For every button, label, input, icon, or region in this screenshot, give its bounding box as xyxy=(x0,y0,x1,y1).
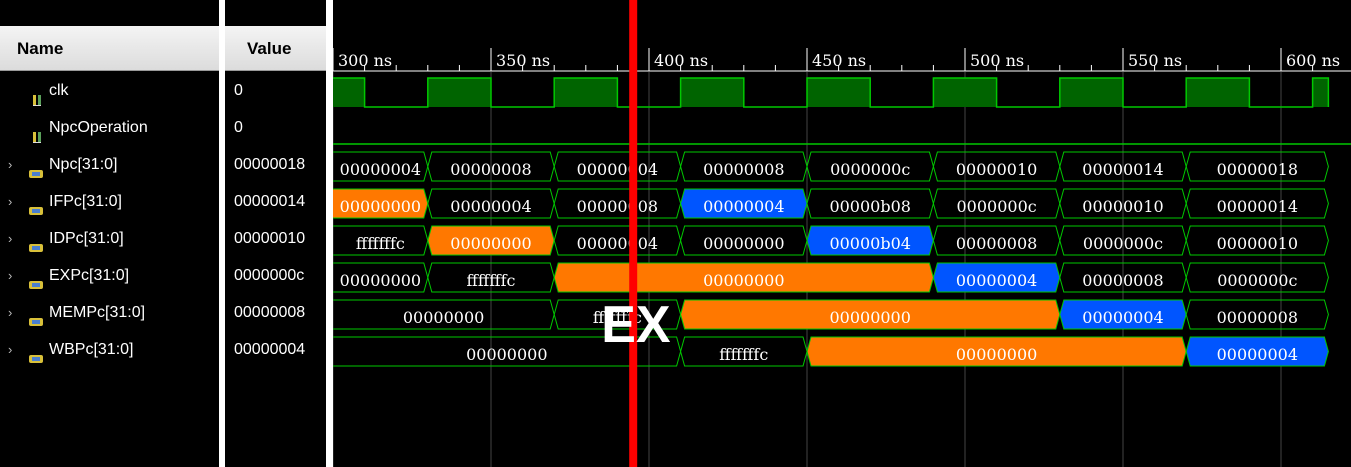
time-cursor xyxy=(629,0,638,467)
value-column-header[interactable]: Value xyxy=(225,26,326,71)
signal-name: IFPc[31:0] xyxy=(49,193,122,210)
signal-row-wbpc[interactable]: › WBPc[31:0] xyxy=(0,331,219,368)
signal-name: NpcOperation xyxy=(49,119,148,136)
clk-high-pulse xyxy=(427,78,491,107)
ruler-tick-label: 500 ns xyxy=(970,51,1024,70)
clk-high-pulse xyxy=(1186,78,1250,107)
signal-name: EXPc[31:0] xyxy=(49,267,130,284)
bus-value-label: 00000004 xyxy=(1217,345,1298,364)
bus-value-label: 00000008 xyxy=(703,160,784,179)
bus-value-label: fffffffc xyxy=(467,271,516,290)
bus-value-label: 00000014 xyxy=(1082,160,1163,179)
expand-chevron-icon[interactable]: › xyxy=(8,257,12,294)
bus-value-label: 00000000 xyxy=(956,345,1037,364)
bus-value-label: 00000004 xyxy=(340,160,421,179)
bus-value-label: 00000000 xyxy=(450,234,531,253)
ruler-tick-label: 350 ns xyxy=(496,51,550,70)
signal-row-npcoperation[interactable]: NpcOperation xyxy=(0,109,219,146)
clk-high-pulse xyxy=(333,78,365,107)
signal-value: 0 xyxy=(234,82,243,99)
expand-chevron-icon[interactable]: › xyxy=(8,183,12,220)
expand-chevron-icon[interactable]: › xyxy=(8,146,12,183)
bus-value-label: 00000b04 xyxy=(829,234,911,253)
clk-high-pulse xyxy=(680,78,744,107)
signal-value: 0 xyxy=(234,119,243,136)
clk-high-pulse xyxy=(933,78,997,107)
ruler-tick-label: 400 ns xyxy=(654,51,708,70)
signal-row-npc[interactable]: › Npc[31:0] xyxy=(0,146,219,183)
bus-value-label: 00000000 xyxy=(829,308,910,327)
bus-value-label: 00000010 xyxy=(956,160,1037,179)
signal-value-panel: Value 0 0 00000018 00000014 00000010 0000000c… xyxy=(225,0,326,467)
signal-value: 00000010 xyxy=(234,230,306,247)
bus-value-label: 00000000 xyxy=(703,271,784,290)
signal-name: MEMPc[31:0] xyxy=(49,304,146,321)
clk-high-pulse xyxy=(1059,78,1123,107)
bus-value-label: 00000008 xyxy=(577,197,658,216)
signal-row-mempc[interactable]: › MEMPc[31:0] xyxy=(0,294,219,331)
signal-row-expc[interactable]: › EXPc[31:0] xyxy=(0,257,219,294)
signal-name: IDPc[31:0] xyxy=(49,230,124,247)
bus-value-label: 0000000c xyxy=(956,197,1036,216)
bus-value-label: 00000010 xyxy=(1217,234,1298,253)
signal-row-clk[interactable]: clk xyxy=(0,72,219,109)
bus-value-label: 00000004 xyxy=(956,271,1037,290)
bus-value-label: 00000014 xyxy=(1217,197,1298,216)
bus-value-label: 00000008 xyxy=(1217,308,1298,327)
bus-value-label: 00000004 xyxy=(577,234,658,253)
bus-value-label: 00000b08 xyxy=(829,197,911,216)
bus-value-label: 00000000 xyxy=(403,308,484,327)
signal-value: 00000004 xyxy=(234,341,306,358)
bus-value-label: 00000000 xyxy=(340,271,421,290)
bus-value-label: 0000000c xyxy=(1083,234,1163,253)
bus-value-label: 00000004 xyxy=(1082,308,1163,327)
signal-row-idpc[interactable]: › IDPc[31:0] xyxy=(0,220,219,257)
signal-name: clk xyxy=(49,82,69,99)
bus-value-label: 00000004 xyxy=(450,197,531,216)
bus-value-label: 00000008 xyxy=(1082,271,1163,290)
ruler-tick-label: 550 ns xyxy=(1128,51,1182,70)
bus-value-label: 0000000c xyxy=(830,160,910,179)
signal-value: 00000018 xyxy=(234,156,306,173)
ruler-tick-label: 300 ns xyxy=(338,51,392,70)
name-column-header[interactable]: Name xyxy=(0,26,219,71)
bus-value-label: 0000000c xyxy=(1217,271,1297,290)
signal-value: 00000014 xyxy=(234,193,306,210)
bus-value-label: 00000010 xyxy=(1082,197,1163,216)
expand-chevron-icon[interactable]: › xyxy=(8,331,12,368)
signal-name: WBPc[31:0] xyxy=(49,341,134,358)
waveform-canvas[interactable]: 300 ns 350 ns 400 ns 450 ns 500 ns 550 ns 600 … xyxy=(333,0,1351,467)
bus-value-label: 00000004 xyxy=(703,197,784,216)
ex-stage-annotation: EX xyxy=(601,296,671,354)
bus-value-label: 00000000 xyxy=(340,197,421,216)
bus-value-label: fffffffc xyxy=(719,345,768,364)
signal-value: 0000000c xyxy=(234,267,305,284)
waveform-panel[interactable]: 300 ns 350 ns 400 ns 450 ns 500 ns 550 ns 600 … xyxy=(333,0,1351,467)
signal-name-panel: Name clk NpcOperation › Npc[31:0] › IFPc[31:0… xyxy=(0,0,219,467)
bus-value-label: 00000008 xyxy=(450,160,531,179)
ruler-tick-label: 450 ns xyxy=(812,51,866,70)
bus-value-label: 00000000 xyxy=(466,345,547,364)
bus-value-label: fffffffc xyxy=(356,234,405,253)
bus-value-label: 00000018 xyxy=(1217,160,1298,179)
bus-signal-icon xyxy=(28,343,44,380)
expand-chevron-icon[interactable]: › xyxy=(8,220,12,257)
clk-high-pulse xyxy=(807,78,871,107)
bus-value-label: 00000004 xyxy=(577,160,658,179)
bus-value-label: 00000008 xyxy=(956,234,1037,253)
signal-row-ifpc[interactable]: › IFPc[31:0] xyxy=(0,183,219,220)
clk-high-pulse xyxy=(554,78,618,107)
signal-value: 00000008 xyxy=(234,304,306,321)
ruler-tick-label: 600 ns xyxy=(1286,51,1340,70)
signal-name: Npc[31:0] xyxy=(49,156,118,173)
expand-chevron-icon[interactable]: › xyxy=(8,294,12,331)
bus-value-label: 00000000 xyxy=(703,234,784,253)
clk-high-pulse xyxy=(1312,78,1329,107)
